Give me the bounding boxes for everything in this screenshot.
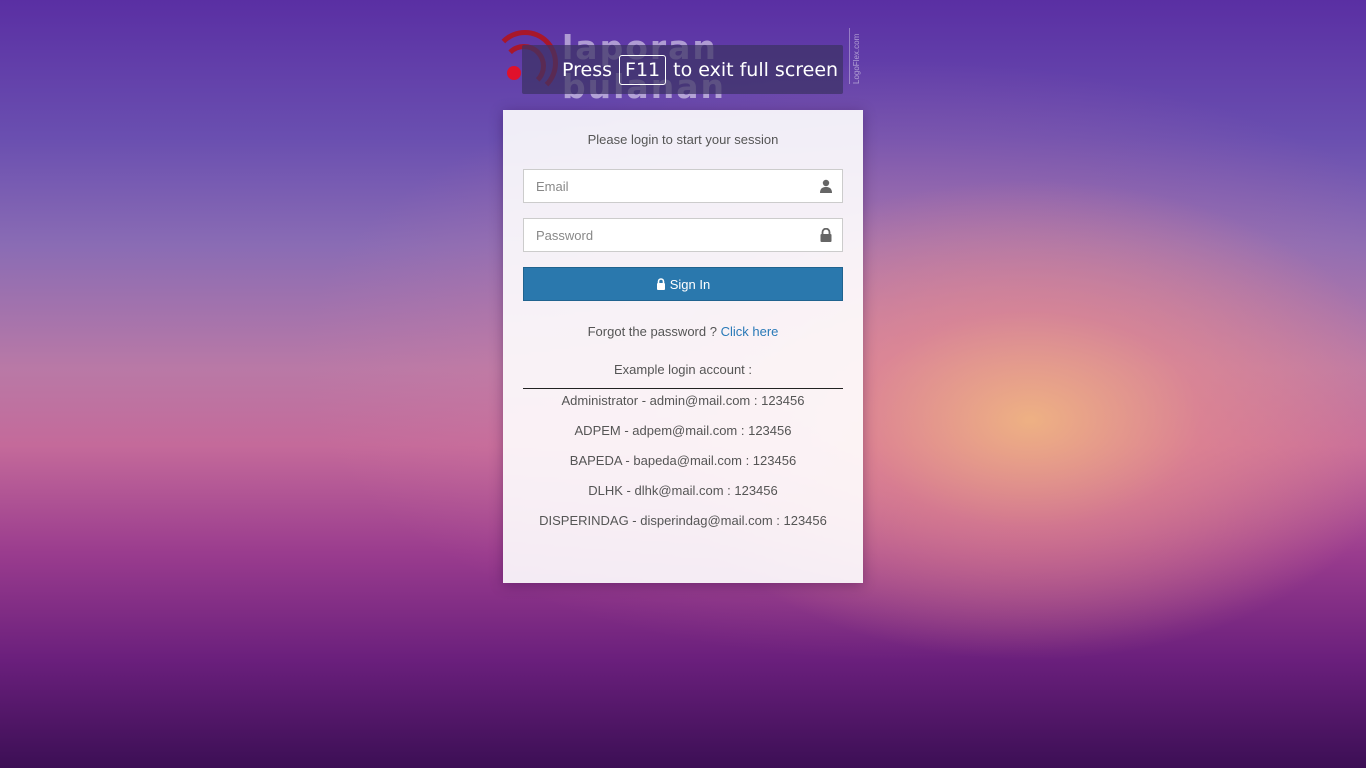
- list-item: DISPERINDAG - disperindag@mail.com : 123…: [539, 513, 827, 528]
- lock-icon: [656, 278, 665, 290]
- list-item: DLHK - dlhk@mail.com : 123456: [588, 483, 778, 498]
- list-item: ADPEM - adpem@mail.com : 123456: [574, 423, 792, 438]
- password-field[interactable]: [523, 218, 843, 252]
- forgot-password-text: Forgot the password ?: [587, 324, 717, 339]
- fullscreen-notice-suffix: to exit full screen: [673, 58, 839, 81]
- login-box: Please login to start your session Sign …: [503, 110, 863, 583]
- lock-icon: [820, 228, 832, 242]
- example-accounts-list: Administrator - admin@mail.com : 123456 …: [523, 390, 843, 540]
- email-input[interactable]: [524, 170, 842, 202]
- user-icon: [820, 179, 832, 193]
- divider: [523, 388, 843, 389]
- login-message: Please login to start your session: [587, 132, 779, 147]
- forgot-password: Forgot the password ? Click here: [523, 324, 843, 339]
- logo-side-text: LogoFlex.com: [852, 33, 861, 84]
- f11-key-badge: F11: [619, 54, 667, 85]
- fullscreen-notice: Press F11 to exit full screen: [522, 45, 843, 94]
- list-item: Administrator - admin@mail.com : 123456: [561, 393, 805, 408]
- example-accounts-title: Example login account :: [613, 362, 753, 377]
- email-field[interactable]: [523, 169, 843, 203]
- fullscreen-notice-prefix: Press: [562, 58, 613, 81]
- sign-in-label: Sign In: [669, 276, 711, 292]
- forgot-password-link[interactable]: Click here: [721, 324, 779, 339]
- sign-in-button[interactable]: Sign In: [523, 267, 843, 301]
- logo-dot: [507, 66, 521, 80]
- logo-divider: [849, 28, 850, 84]
- password-input[interactable]: [524, 219, 842, 251]
- list-item: BAPEDA - bapeda@mail.com : 123456: [569, 453, 797, 468]
